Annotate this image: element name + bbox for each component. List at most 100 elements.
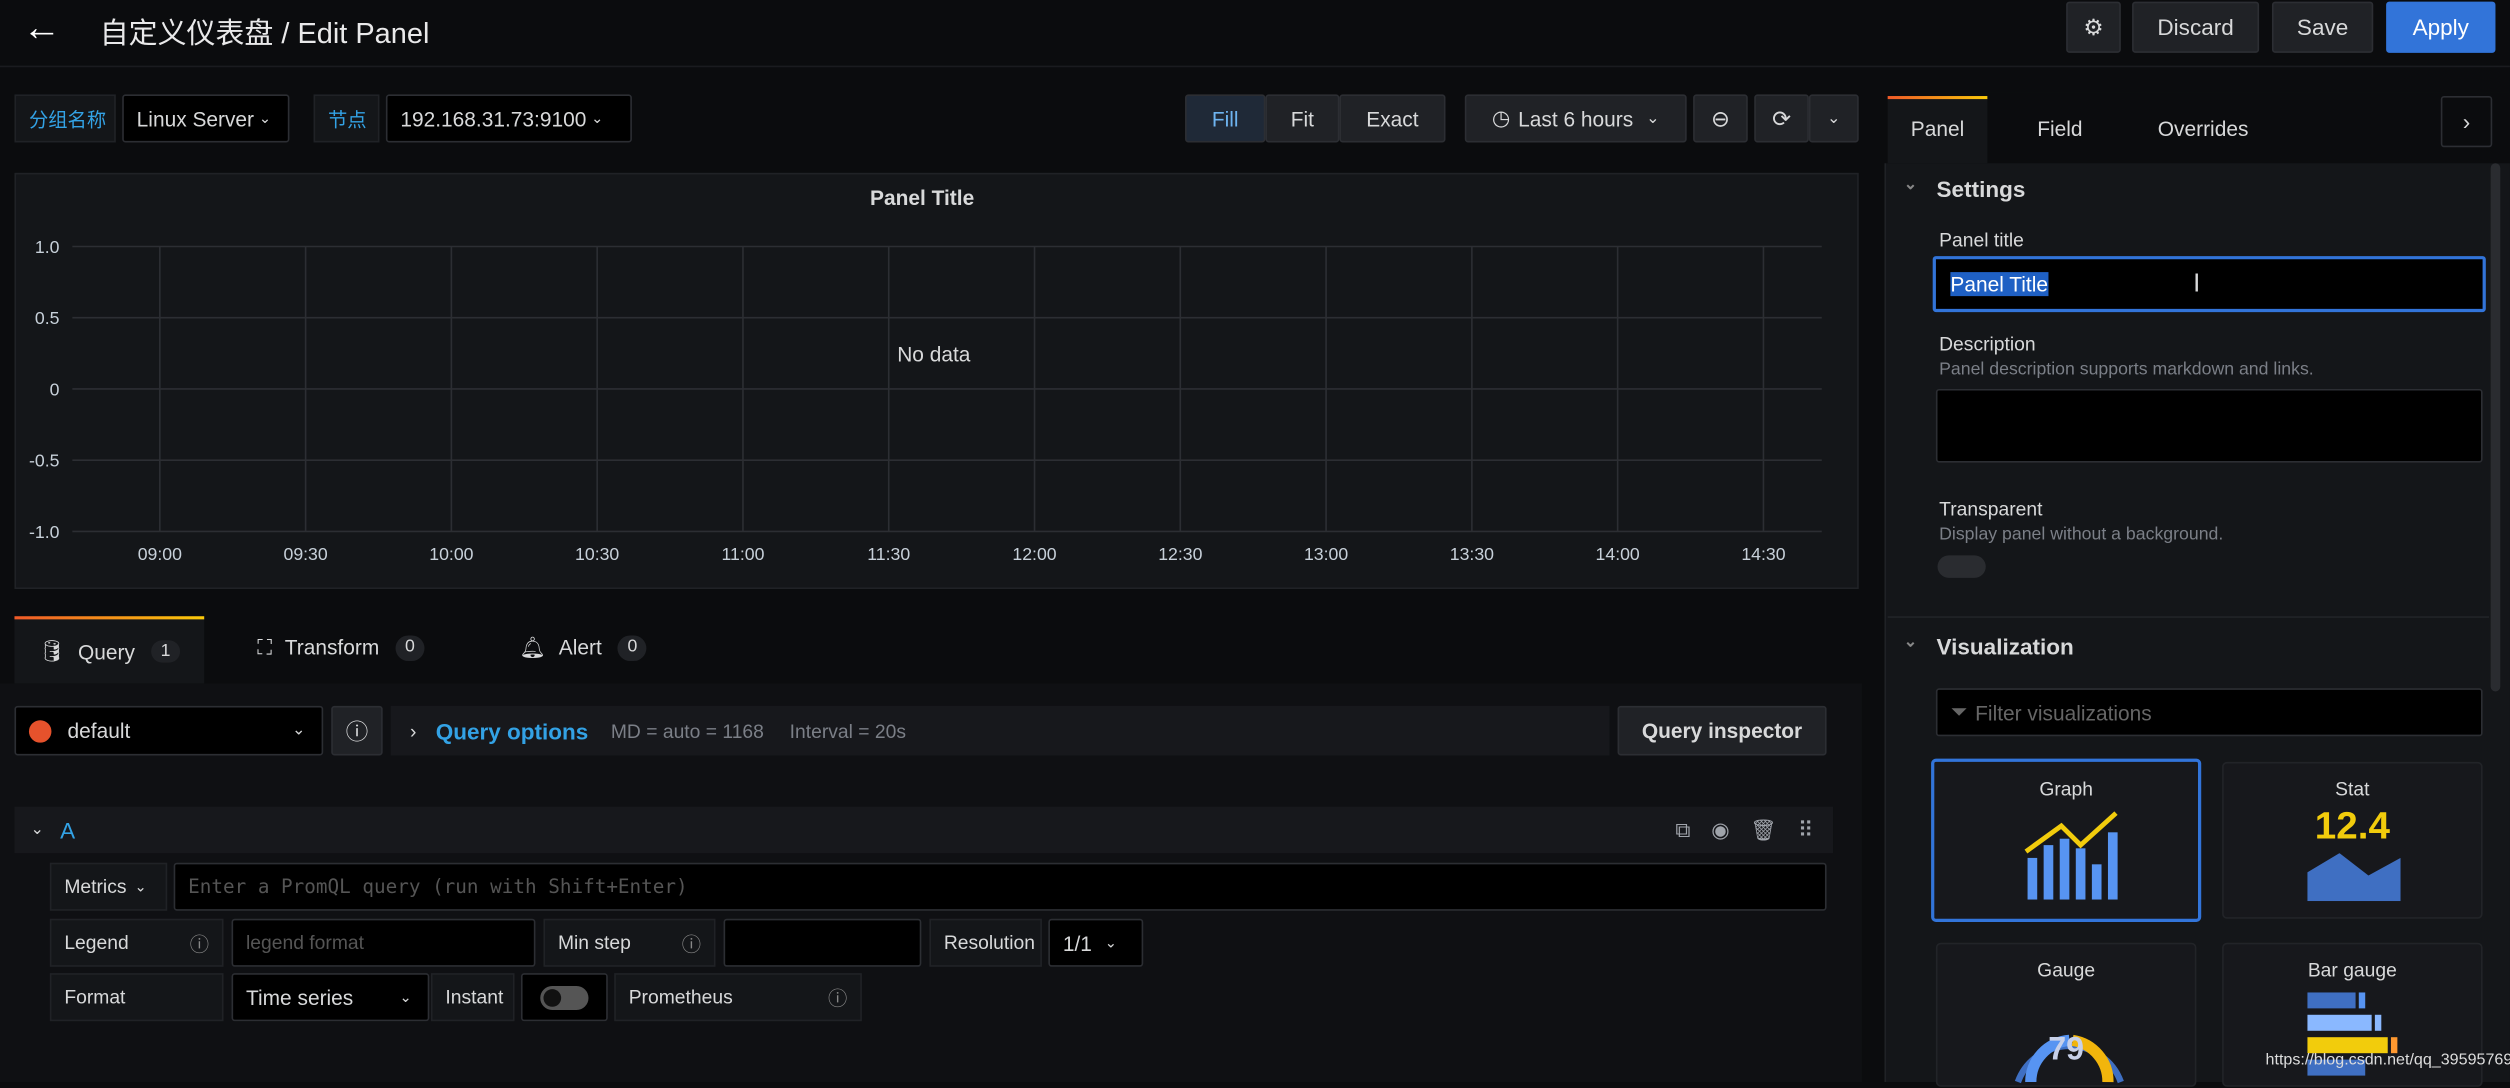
- chevron-down-icon: ⌄: [1827, 109, 1841, 128]
- variable-label-node: 节点: [313, 94, 380, 143]
- time-range-picker[interactable]: ◷ Last 6 hours ⌄: [1464, 94, 1687, 143]
- refresh-icon: ⟳: [1772, 104, 1791, 131]
- trash-icon[interactable]: 🗑︎: [1750, 818, 1777, 844]
- page-title: 自定义仪表盘 / Edit Panel: [99, 17, 430, 50]
- discard-button[interactable]: Discard: [2132, 1, 2260, 53]
- bell-icon: 🔔︎: [519, 635, 546, 660]
- panel-title[interactable]: Panel Title: [0, 186, 1844, 210]
- query-actions: ⧉ ◉ 🗑︎ ⠿: [1675, 818, 1813, 844]
- chevron-down-icon: ⌄: [399, 988, 412, 1005]
- options-scrollbar[interactable]: [2490, 163, 2501, 692]
- y-tick-label: 0: [50, 379, 60, 399]
- x-tick-label: 13:30: [1450, 544, 1494, 564]
- zoom-out-button[interactable]: ⊖: [1693, 94, 1748, 143]
- gauge-value: 79: [2048, 1032, 2085, 1068]
- zoom-out-icon: ⊖: [1711, 104, 1730, 131]
- exact-button[interactable]: Exact: [1339, 94, 1446, 143]
- x-tick-label: 12:30: [1158, 544, 1202, 564]
- watermark: https://blog.csdn.net/qq_39595769: [2265, 1051, 2510, 1070]
- text-cursor-icon: I: [2193, 269, 2201, 297]
- variable-label-group: 分组名称: [14, 94, 116, 143]
- save-button[interactable]: Save: [2271, 1, 2374, 53]
- chevron-right-icon: ›: [410, 719, 417, 742]
- description-textarea[interactable]: [1935, 388, 2483, 463]
- refresh-button[interactable]: ⟳: [1754, 94, 1809, 143]
- toggle-switch[interactable]: [540, 985, 589, 1010]
- query-inspector-button[interactable]: Query inspector: [1617, 705, 1827, 756]
- drag-handle-icon[interactable]: ⠿: [1798, 818, 1813, 844]
- datasource-picker[interactable]: default ⌄: [14, 705, 324, 756]
- x-tick-label: 13:00: [1304, 544, 1348, 564]
- variable-select-node[interactable]: 192.168.31.73:9100 ⌄: [385, 94, 632, 143]
- query-options-bar[interactable]: › Query options MD = auto = 1168 Interval =…: [390, 705, 1610, 756]
- panel-title-label: Panel title: [1939, 228, 2024, 252]
- database-icon: 🛢︎: [38, 638, 66, 663]
- gear-icon: ⚙: [2083, 13, 2104, 40]
- tab-query[interactable]: 🛢︎ Query 1: [14, 619, 205, 684]
- variable-select-group[interactable]: Linux Server ⌄: [122, 94, 290, 143]
- y-tick-label: 0.5: [35, 308, 60, 328]
- format-select[interactable]: Time series ⌄: [231, 973, 430, 1022]
- info-icon: ⓘ: [681, 932, 702, 955]
- x-tick-label: 09:00: [138, 544, 182, 564]
- metrics-button[interactable]: Metrics ⌄: [49, 862, 168, 911]
- description-hint: Panel description supports markdown and …: [1939, 360, 2314, 380]
- y-tick-label: -1.0: [29, 522, 60, 542]
- tab-transform[interactable]: ⛶ Transform 0: [257, 635, 425, 662]
- chevron-down-icon: ⌄: [292, 721, 306, 740]
- min-step-label: Min step ⓘ: [543, 918, 716, 967]
- datasource-help-button[interactable]: ⓘ: [331, 705, 383, 756]
- min-step-input[interactable]: [723, 918, 922, 967]
- description-label: Description: [1939, 332, 2036, 356]
- x-tick-label: 09:30: [284, 544, 328, 564]
- resolution-select[interactable]: 1/1 ⌄: [1048, 918, 1144, 967]
- transparent-toggle[interactable]: [1937, 555, 1986, 578]
- back-arrow-icon[interactable]: ←: [23, 6, 62, 51]
- tab-overrides[interactable]: Overrides: [2158, 117, 2249, 141]
- x-tick-label: 14:00: [1596, 544, 1640, 564]
- chevron-down-icon: ⌄: [1903, 176, 1918, 194]
- viz-card-gauge[interactable]: Gauge 79: [1935, 942, 2197, 1087]
- viz-card-stat[interactable]: Stat 12.4: [2222, 761, 2483, 919]
- collapse-options-button[interactable]: ›: [2440, 96, 2493, 148]
- tab-panel[interactable]: Panel: [1887, 99, 1988, 164]
- query-row-header[interactable]: ⌄ A: [14, 806, 1834, 854]
- tab-field[interactable]: Field: [2037, 117, 2082, 141]
- instant-toggle[interactable]: [520, 973, 608, 1022]
- panel-title-input[interactable]: Panel Title I: [1932, 256, 2486, 313]
- chevron-down-icon: ⌄: [258, 109, 271, 126]
- refresh-interval-button[interactable]: ⌄: [1808, 94, 1859, 143]
- info-icon: ⓘ: [189, 932, 210, 955]
- stat-sparkline-icon: [2307, 853, 2401, 902]
- x-tick-label: 11:30: [867, 544, 910, 564]
- visualization-section-header[interactable]: ⌄ Visualization: [1904, 634, 2074, 660]
- eye-icon[interactable]: ◉: [1711, 818, 1729, 844]
- chevron-down-icon: ⌄: [1104, 933, 1117, 950]
- settings-section-header[interactable]: ⌄ Settings: [1904, 176, 2026, 202]
- legend-format-input[interactable]: legend format: [231, 918, 536, 967]
- fit-button[interactable]: Fit: [1265, 94, 1340, 143]
- help-icon: ⓘ: [345, 717, 369, 744]
- chevron-down-icon: ⌄: [1903, 633, 1918, 652]
- copy-icon[interactable]: ⧉: [1675, 818, 1690, 844]
- resolution-label: Resolution: [929, 918, 1042, 967]
- info-icon: ⓘ: [828, 986, 848, 1010]
- filter-icon: ⏷: [1950, 699, 1968, 724]
- promql-query-input[interactable]: Enter a PromQL query (run with Shift+Ent…: [173, 862, 1827, 911]
- section-divider: [1887, 616, 2490, 618]
- apply-button[interactable]: Apply: [2386, 1, 2496, 53]
- x-tick-label: 10:00: [429, 544, 473, 564]
- x-tick-label: 11:00: [722, 544, 765, 564]
- chevron-down-icon: ⌄: [1646, 109, 1660, 128]
- prometheus-logo-icon: [28, 719, 52, 742]
- viz-card-graph[interactable]: Graph: [1931, 758, 2202, 922]
- x-tick-label: 10:30: [575, 544, 619, 564]
- no-data-label: No data: [897, 342, 971, 367]
- fill-button[interactable]: Fill: [1185, 94, 1266, 143]
- settings-button[interactable]: ⚙: [2066, 1, 2121, 53]
- tab-alert[interactable]: 🔔︎ Alert 0: [519, 635, 647, 662]
- format-label: Format: [49, 973, 224, 1022]
- edit-panel-page: ← 自定义仪表盘 / Edit Panel ⚙ Discard Save App…: [0, 0, 2510, 1087]
- clock-icon: ◷: [1491, 105, 1511, 130]
- filter-visualizations-input[interactable]: ⏷ Filter visualizations: [1935, 688, 2483, 737]
